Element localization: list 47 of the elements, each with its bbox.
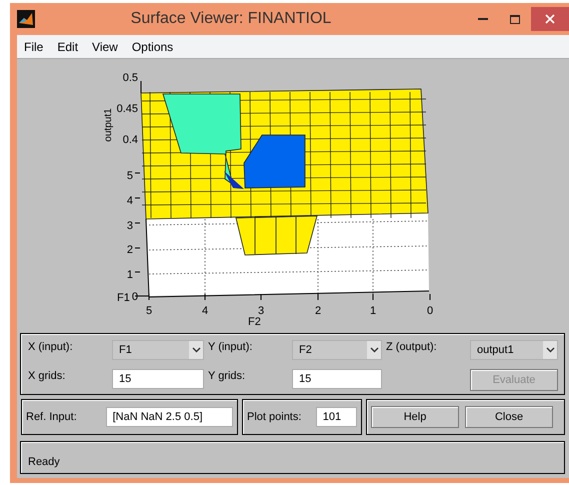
axis-tick-label: 0.45	[116, 103, 138, 115]
input-field[interactable]: 15	[112, 368, 204, 388]
axis-tick-label: 2	[126, 244, 133, 256]
caret-icon	[370, 347, 378, 353]
axis-tick-label: 1	[370, 305, 376, 317]
field-label: Ref. Input:	[26, 410, 78, 424]
axis-tick-label: 0.4	[122, 134, 138, 146]
maximize-icon	[510, 14, 520, 24]
field-label: X grids:	[28, 368, 66, 382]
axis-tick-label: 4	[126, 195, 133, 207]
close-button[interactable]	[531, 7, 569, 31]
dropdown[interactable]: F2	[292, 340, 382, 360]
field-label: X (input):	[28, 340, 74, 354]
dropdown[interactable]: F1	[112, 340, 204, 360]
axis-tick-label: 5	[146, 305, 152, 317]
menu-item[interactable]: Options	[124, 40, 180, 54]
field-label: Plot points:	[247, 410, 302, 424]
axis-tick-label: 2	[314, 305, 322, 317]
axis-label: output1	[103, 108, 114, 142]
field-label: Z (output):	[386, 340, 438, 354]
axis-label: F2	[248, 316, 261, 327]
minimize-icon	[478, 18, 488, 20]
field-label: Y grids:	[208, 368, 246, 382]
help-button[interactable]: Help	[371, 406, 459, 428]
menu-item[interactable]: View	[85, 40, 125, 54]
axis-tick-label: 0	[426, 305, 434, 317]
app-logo-icon	[17, 10, 35, 28]
axis-tick-label: 3	[126, 220, 133, 232]
field-label: Y (input):	[208, 340, 254, 354]
caret-icon	[546, 347, 554, 353]
dropdown[interactable]: output1	[470, 340, 558, 360]
axis-tick-label: 4	[202, 305, 208, 317]
input-field[interactable]: 101	[316, 407, 357, 427]
window-title: Surface Viewer: FINANTIOL	[130, 10, 332, 28]
status-text: Ready	[28, 456, 60, 468]
caret-icon	[192, 347, 200, 353]
axis-label: F1	[117, 292, 130, 304]
menu-item[interactable]: File	[17, 40, 50, 54]
axis-tick-label: 0.5	[122, 72, 138, 84]
axis-tick-label: 5	[126, 170, 133, 182]
close-button[interactable]: Close	[465, 406, 553, 428]
axis-tick-label: 1	[126, 269, 133, 281]
menu-item[interactable]: Edit	[50, 40, 86, 54]
close-icon	[545, 14, 555, 24]
input-field[interactable]: [NaN NaN 2.5 0.5]	[106, 407, 233, 427]
input-field[interactable]: 15	[292, 368, 382, 388]
axis-tick-label: 3	[258, 305, 264, 317]
